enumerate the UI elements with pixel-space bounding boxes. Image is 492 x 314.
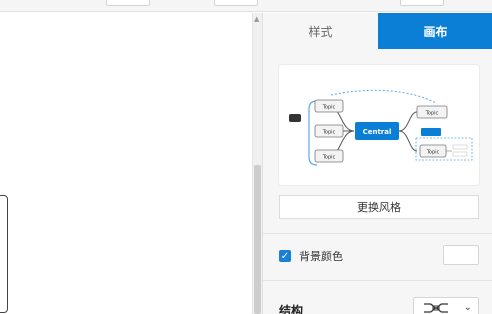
preview-topic-label: Topic bbox=[322, 105, 336, 111]
format-panel: 样式 画布 Topic Topic Topic Central Topic To… bbox=[262, 13, 492, 314]
divider bbox=[263, 280, 492, 281]
structure-row: 结构 ⌄ bbox=[279, 297, 479, 314]
divider bbox=[263, 233, 492, 234]
mindmap-preview-diagram: Topic Topic Topic Central Topic Topic bbox=[289, 89, 473, 166]
chevron-down-icon: ⌄ bbox=[463, 302, 472, 313]
background-color-label: 背景颜色 bbox=[299, 250, 343, 263]
tab-canvas[interactable]: 画布 bbox=[378, 13, 492, 49]
theme-preview[interactable]: Topic Topic Topic Central Topic Topic bbox=[279, 65, 479, 185]
canvas-topic-node[interactable] bbox=[0, 195, 8, 313]
preview-topic-label: Topic bbox=[322, 155, 336, 161]
toolbar-control[interactable] bbox=[400, 0, 444, 6]
preview-subtopic bbox=[452, 144, 468, 150]
structure-label: 结构 bbox=[279, 304, 304, 314]
mindmap-canvas[interactable] bbox=[0, 13, 252, 314]
background-color-checkbox[interactable]: ✓ bbox=[279, 250, 291, 262]
vertical-scrollbar[interactable]: ▲ bbox=[252, 13, 262, 314]
scrollbar-thumb[interactable] bbox=[254, 165, 261, 314]
panel-tabs: 样式 画布 bbox=[263, 13, 492, 49]
preview-summary-block bbox=[421, 128, 441, 136]
preview-topic-label: Topic bbox=[426, 150, 440, 156]
preview-connector bbox=[398, 111, 418, 132]
toolbar-control[interactable] bbox=[214, 0, 258, 6]
tab-style[interactable]: 样式 bbox=[263, 13, 378, 49]
background-color-row: ✓ 背景颜色 bbox=[279, 245, 479, 267]
preview-subtopic bbox=[452, 151, 468, 157]
structure-mindmap-icon bbox=[424, 303, 448, 313]
app-root: ▲ 样式 画布 Topic Topic Topic Central Topic … bbox=[0, 0, 492, 314]
preview-topic-label: Topic bbox=[425, 111, 439, 117]
background-color-swatch[interactable] bbox=[443, 245, 479, 265]
preview-relation bbox=[330, 89, 437, 104]
top-toolbar bbox=[0, 0, 492, 12]
change-style-button[interactable]: 更换风格 bbox=[279, 195, 479, 219]
structure-select[interactable]: ⌄ bbox=[413, 297, 479, 314]
preview-connector bbox=[398, 130, 418, 152]
scroll-up-icon[interactable]: ▲ bbox=[254, 15, 259, 23]
preview-topic-label: Topic bbox=[322, 130, 336, 136]
preview-node-dark bbox=[289, 114, 301, 122]
preview-central-label: Central bbox=[363, 128, 392, 136]
toolbar-control[interactable] bbox=[106, 0, 150, 6]
